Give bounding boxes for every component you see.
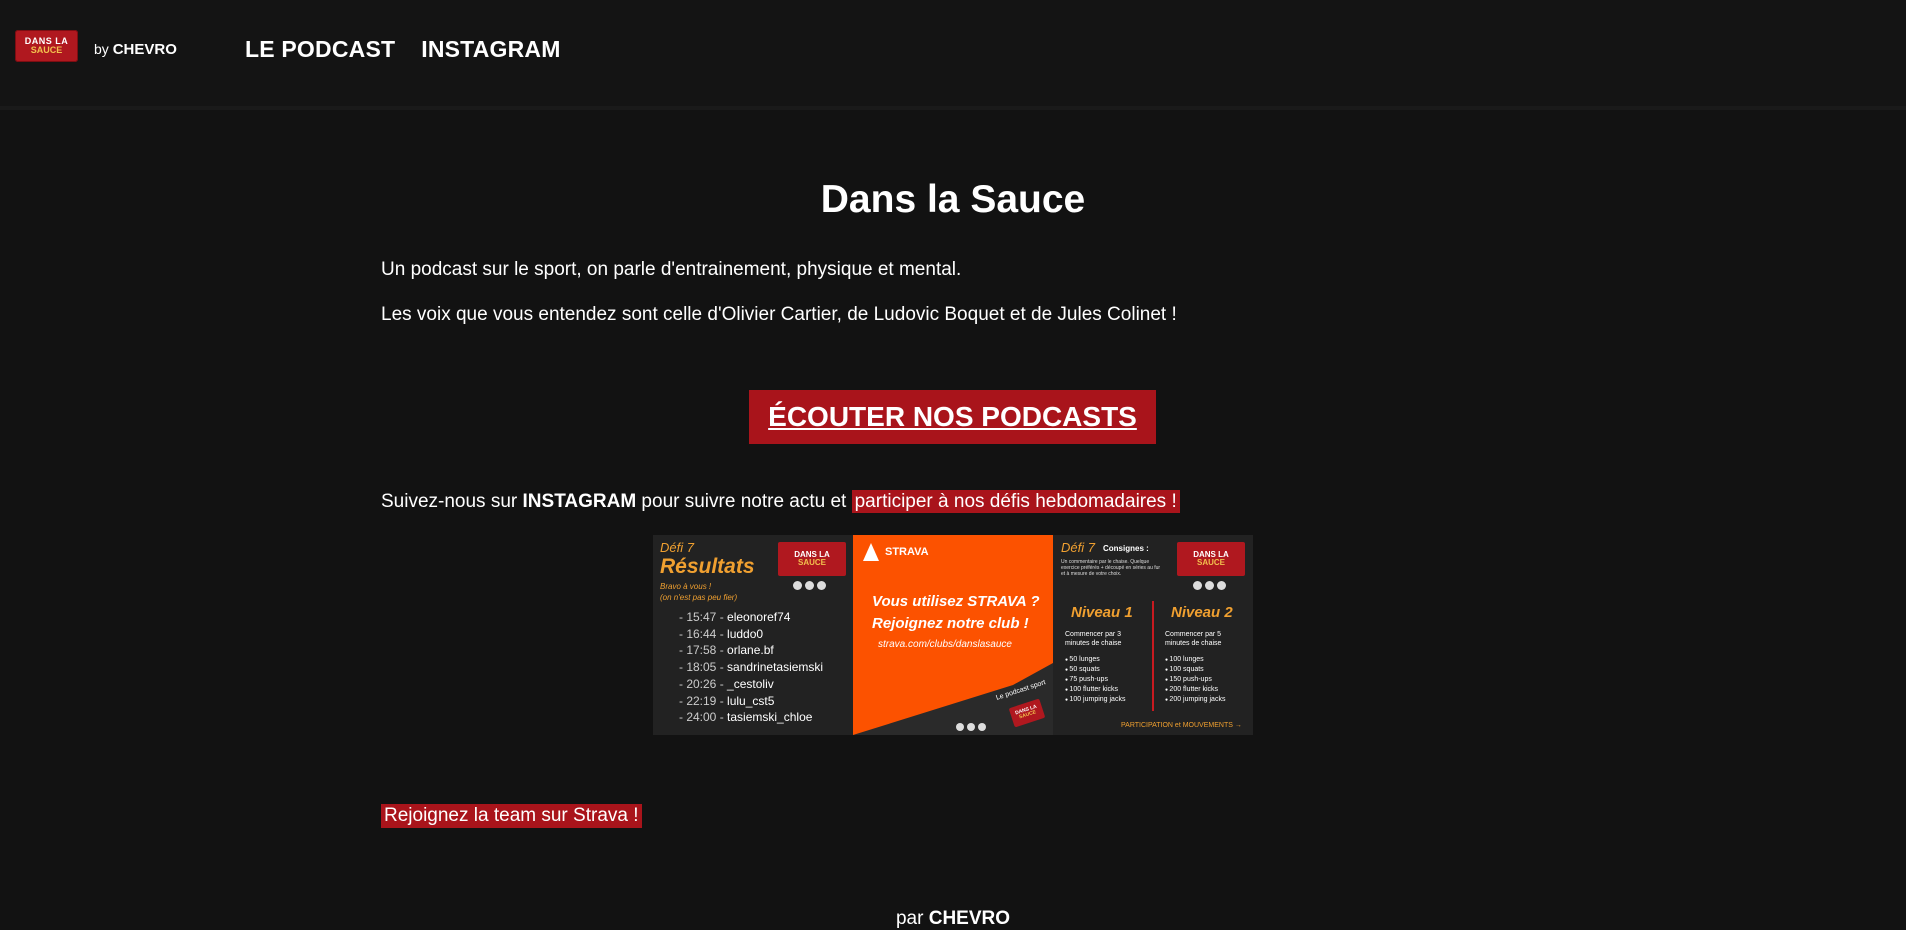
level-2-title: Niveau 2: [1171, 604, 1233, 621]
result-name: lulu_cst5: [727, 693, 775, 708]
logo-text-line2: SAUCE: [30, 45, 63, 55]
challenge-banner[interactable]: Défi 7 Résultats Bravo à vous ! (on n'es…: [653, 535, 1253, 735]
intro-paragraph-2: Les voix que vous entendez sont celle d'…: [381, 304, 1177, 325]
results-sub-line1: Bravo à vous !: [660, 582, 712, 591]
level-1-title: Niveau 1: [1071, 604, 1133, 621]
results-logo: DANS LA SAUCE: [778, 542, 846, 576]
site-header: DANS LA SAUCE by CHEVRO LE PODCAST INSTA…: [0, 0, 1906, 110]
strava-panel: STRAVA Vous utilisez STRAVA ? Rejoignez …: [853, 535, 1053, 735]
platform-icons: [956, 723, 986, 731]
weekly-challenges-highlight: participer à nos défis hebdomadaires !: [851, 490, 1180, 513]
main-nav: LE PODCAST INSTAGRAM: [245, 36, 561, 63]
level-divider: [1152, 601, 1154, 711]
strava-brand: STRAVA: [863, 543, 929, 561]
result-time: - 18:05 -: [679, 660, 724, 675]
results-sub-line2: (on n'est pas peu fier): [660, 593, 738, 602]
result-time: - 24:00 -: [679, 710, 724, 725]
list-item: - 18:05 - sandrinetasiemski: [679, 659, 823, 676]
spotify-icon: [1205, 581, 1214, 590]
strava-brand-text: STRAVA: [885, 546, 929, 558]
instructions-footer: PARTICIPATION et MOUVEMENTS →: [1121, 722, 1242, 729]
list-item: - 24:00 - tasiemski_chloe: [679, 709, 823, 726]
results-list: - 15:47 - eleonoref74 - 16:44 - luddo0 -…: [679, 609, 823, 726]
instructions-defi-label: Défi 7: [1061, 540, 1095, 555]
nav-link-instagram[interactable]: INSTAGRAM: [421, 36, 560, 63]
instructions-info: Un commentaire par le chaise. Quelque ex…: [1061, 559, 1161, 577]
level-1-list: 50 lunges 50 squats 75 push-ups 100 flut…: [1065, 655, 1125, 705]
nav-link-podcast[interactable]: LE PODCAST: [245, 36, 395, 63]
site-logo[interactable]: DANS LA SAUCE: [15, 30, 78, 62]
strava-team-link[interactable]: Rejoignez la team sur Strava !: [381, 804, 642, 828]
list-item: - 15:47 - eleonoref74: [679, 609, 823, 626]
list-item: - 20:26 - _cestoliv: [679, 676, 823, 693]
list-item: - 17:58 - orlane.bf: [679, 642, 823, 659]
spotify-icon: [967, 723, 975, 731]
list-item: 75 push-ups: [1065, 675, 1125, 685]
instructions-panel: Défi 7 Consignes : Un commentaire par le…: [1053, 535, 1253, 735]
instagram-text-prefix: Suivez-nous sur: [381, 491, 523, 512]
list-item: 100 jumping jacks: [1065, 695, 1125, 705]
listen-podcasts-label: ÉCOUTER NOS PODCASTS: [768, 401, 1137, 432]
deezer-icon: [1193, 581, 1202, 590]
platform-icons: [1193, 581, 1226, 590]
results-subtitle: Bravo à vous ! (on n'est pas peu fier): [660, 581, 737, 603]
result-time: - 16:44 -: [679, 626, 724, 641]
instagram-text-middle: pour suivre notre actu et: [636, 491, 852, 512]
result-name: _cestoliv: [727, 676, 774, 691]
level-2-intro: Commencer par 5 minutes de chaise: [1165, 631, 1222, 647]
platform-icons: [793, 581, 826, 590]
instructions-heading: Consignes :: [1103, 544, 1149, 553]
strava-line1: Vous utilisez STRAVA ?: [872, 593, 1040, 610]
result-name: orlane.bf: [727, 643, 774, 658]
deezer-icon: [956, 723, 964, 731]
strava-line2: Rejoignez notre club !: [872, 615, 1029, 632]
level-1-intro: Commencer par 3 minutes de chaise: [1065, 631, 1122, 647]
footer-name: CHEVRO: [928, 908, 1011, 929]
list-item: 200 jumping jacks: [1165, 695, 1225, 705]
strava-url: strava.com/clubs/danslasauce: [878, 639, 1012, 650]
list-item: 150 push-ups: [1165, 675, 1225, 685]
instructions-logo-line2: SAUCE: [1196, 558, 1225, 567]
result-time: - 22:19 -: [679, 693, 724, 708]
results-defi-label: Défi 7: [660, 540, 694, 555]
byline-name: CHEVRO: [112, 41, 177, 58]
apple-podcasts-icon: [978, 723, 986, 731]
apple-podcasts-icon: [817, 581, 826, 590]
instructions-logo: DANS LA SAUCE: [1177, 542, 1245, 576]
apple-podcasts-icon: [1217, 581, 1226, 590]
results-title: Résultats: [660, 555, 755, 578]
listen-podcasts-button[interactable]: ÉCOUTER NOS PODCASTS: [749, 390, 1156, 444]
strava-logo-icon: [863, 543, 879, 561]
site-footer: par CHEVRO: [0, 908, 1906, 930]
result-time: - 17:58 -: [679, 643, 724, 658]
list-item: 100 flutter kicks: [1065, 685, 1125, 695]
intro-paragraph-1: Un podcast sur le sport, on parle d'entr…: [381, 259, 962, 280]
list-item: 100 lunges: [1165, 655, 1225, 665]
list-item: 50 lunges: [1065, 655, 1125, 665]
result-name: luddo0: [727, 626, 764, 641]
result-name: eleonoref74: [727, 610, 791, 624]
deezer-icon: [793, 581, 802, 590]
page-title: Dans la Sauce: [820, 178, 1086, 221]
results-panel: Défi 7 Résultats Bravo à vous ! (on n'es…: [653, 535, 853, 735]
level-2-list: 100 lunges 100 squats 150 push-ups 200 f…: [1165, 655, 1225, 705]
result-name: sandrinetasiemski: [727, 660, 824, 675]
list-item: - 22:19 - lulu_cst5: [679, 693, 823, 710]
result-name: tasiemski_chloe: [727, 710, 813, 725]
byline: by CHEVRO: [94, 41, 177, 58]
list-item: 200 flutter kicks: [1165, 685, 1225, 695]
result-time: - 15:47 -: [679, 610, 724, 624]
byline-prefix: by: [94, 41, 109, 57]
results-logo-line2: SAUCE: [797, 558, 826, 567]
list-item: 100 squats: [1165, 665, 1225, 675]
instagram-paragraph: Suivez-nous sur INSTAGRAM pour suivre no…: [381, 490, 1180, 513]
result-time: - 20:26 -: [679, 676, 724, 691]
instagram-text-bold: INSTAGRAM: [522, 491, 637, 512]
spotify-icon: [805, 581, 814, 590]
footer-prefix: par: [895, 908, 924, 929]
list-item: - 16:44 - luddo0: [679, 626, 823, 643]
list-item: 50 squats: [1065, 665, 1125, 675]
